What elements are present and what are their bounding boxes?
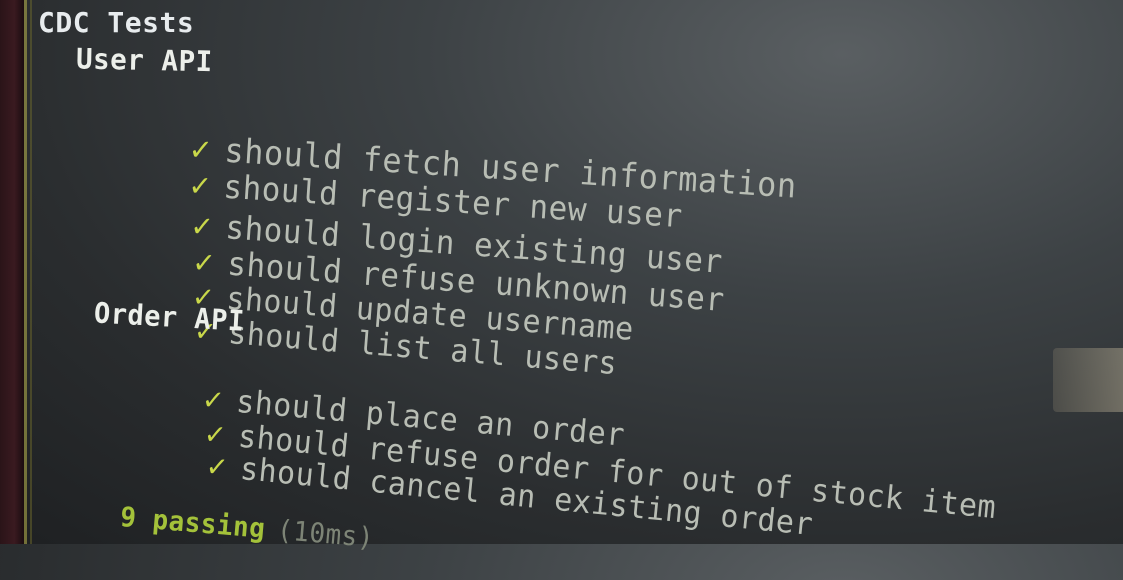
group-title-user-api: User API [75,43,214,79]
duration: (10ms) [275,514,376,555]
check-icon: ✓ [206,447,229,486]
suite-title: CDC Tests [38,6,195,39]
passing-count: 9 passing [119,501,267,546]
terminal-output: CDC Tests User API ✓ should fetch user in… [0,0,1123,554]
